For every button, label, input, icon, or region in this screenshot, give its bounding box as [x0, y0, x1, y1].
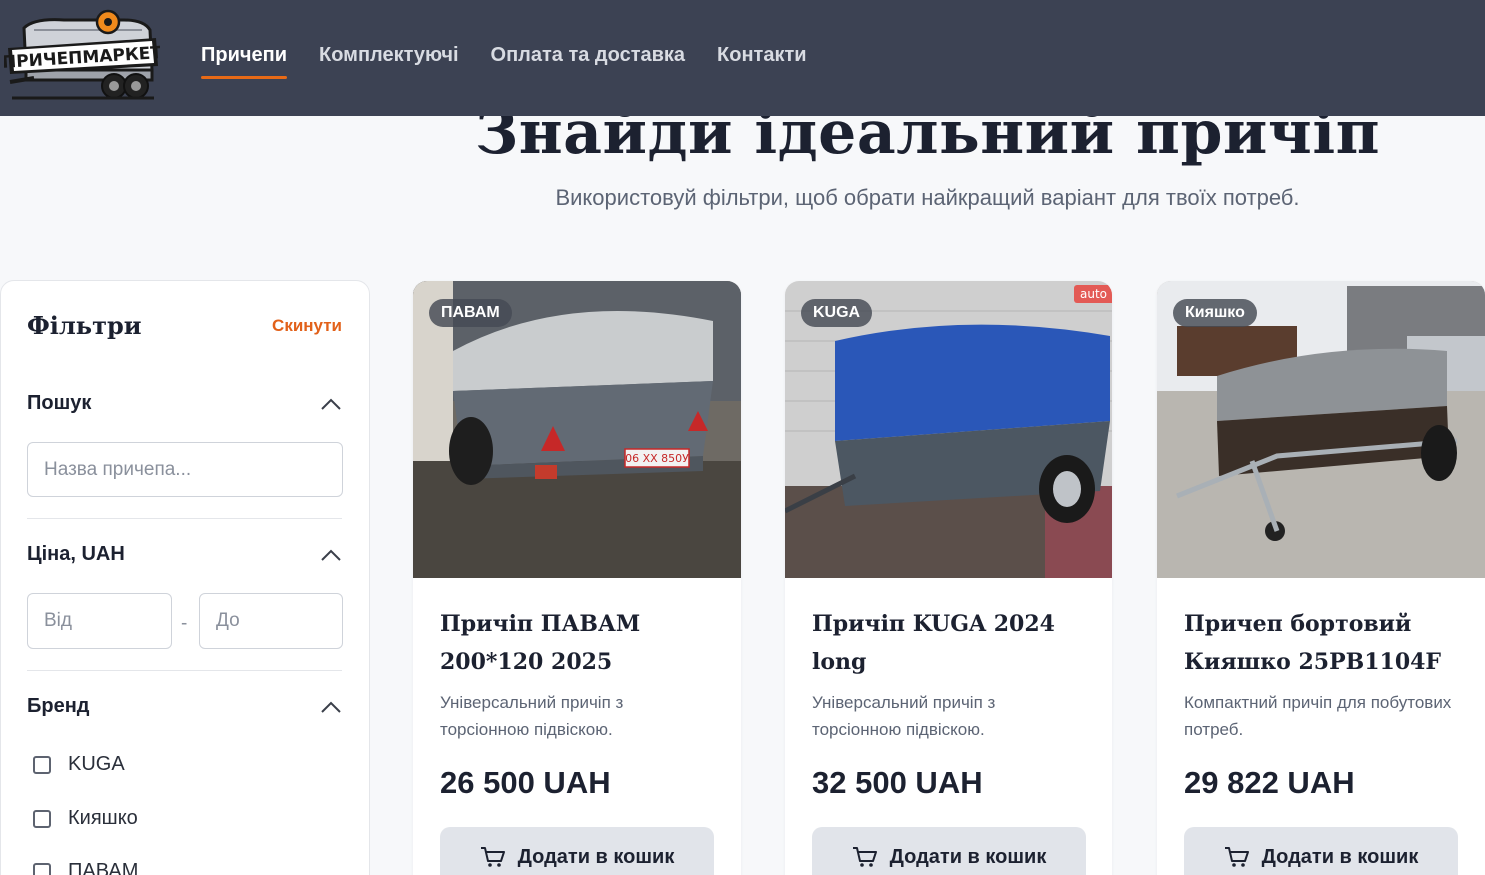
- brand-badge: KUGA: [801, 299, 873, 327]
- reset-filters-button[interactable]: Скинути: [272, 316, 342, 336]
- brand-checkbox[interactable]: [33, 809, 51, 828]
- add-to-cart-label: Додати в кошик: [1261, 845, 1419, 868]
- add-to-cart-button[interactable]: Додати в кошик: [440, 827, 714, 875]
- product-description: Універсальний причіп з торсіонною підвіс…: [812, 693, 996, 739]
- brand-option-label: ПАВАМ: [68, 860, 139, 875]
- chevron-up-icon: [321, 398, 341, 410]
- nav-item-contacts[interactable]: Контакти: [717, 44, 807, 79]
- auto-tag: auto: [1073, 285, 1112, 303]
- divider: [27, 670, 342, 671]
- product-price: 32 500 UAH: [812, 765, 983, 800]
- product-title[interactable]: Причеп бортовий Кияшко 25РВ1104F: [1184, 605, 1461, 681]
- main-nav: Причепи Комплектуючі Оплата та доставка …: [201, 44, 807, 79]
- brand-section-toggle[interactable]: Бренд: [27, 695, 342, 718]
- brand-option-label: Кияшко: [68, 807, 138, 829]
- filters-title: Фільтри: [27, 311, 142, 340]
- price-section-toggle[interactable]: Ціна, UAH: [27, 543, 342, 566]
- product-description: Універсальний причіп з торсіонною підвіс…: [440, 693, 624, 739]
- search-input[interactable]: [27, 442, 343, 497]
- search-section-toggle[interactable]: Пошук: [27, 392, 342, 415]
- filters-panel: Фільтри Скинути Пошук Ціна, UAH - Бренд …: [0, 280, 370, 875]
- price-from-input[interactable]: [27, 593, 172, 649]
- product-price: 29 822 UAH: [1184, 765, 1355, 800]
- brand-checkbox[interactable]: [33, 862, 51, 875]
- nav-item-payment-delivery[interactable]: Оплата та доставка: [491, 44, 686, 79]
- add-to-cart-button[interactable]: Додати в кошик: [1184, 827, 1458, 875]
- price-to-input[interactable]: [199, 593, 343, 649]
- product-image[interactable]: 06 XX 850У ПАВАМ: [413, 281, 741, 578]
- add-to-cart-button[interactable]: Додати в кошик: [812, 827, 1086, 875]
- site-header: ПРИЧЕПМАРКЕТ Причепи Комплектуючі Оплата…: [0, 0, 1485, 116]
- nav-item-trailers[interactable]: Причепи: [201, 44, 287, 79]
- product-description: Компактний причіп для побутових потреб.: [1184, 693, 1452, 739]
- product-image[interactable]: KUGA auto: [785, 281, 1112, 578]
- divider: [27, 518, 342, 519]
- brand-option-kuga[interactable]: KUGA: [33, 753, 125, 776]
- page-subtitle: Використовуй фільтри, щоб обрати найкращ…: [555, 185, 1300, 210]
- product-card[interactable]: Кияшко Причеп бортовий Кияшко 25РВ1104F …: [1157, 281, 1485, 875]
- product-title[interactable]: Причіп KUGA 2024 long: [812, 605, 1088, 681]
- price-range-separator: -: [181, 613, 188, 634]
- logo[interactable]: ПРИЧЕПМАРКЕТ: [1, 8, 163, 104]
- add-to-cart-label: Додати в кошик: [889, 845, 1047, 868]
- nav-item-components[interactable]: Комплектуючі: [319, 44, 459, 79]
- brand-option-label: KUGA: [68, 753, 125, 775]
- brand-checkbox[interactable]: [33, 755, 51, 774]
- filters-header: Фільтри Скинути: [27, 311, 342, 340]
- cart-icon: [852, 847, 877, 867]
- product-price: 26 500 UAH: [440, 765, 611, 800]
- product-image[interactable]: Кияшко: [1157, 281, 1485, 578]
- brand-option-pavam[interactable]: ПАВАМ: [33, 860, 138, 875]
- license-plate: 06 XX 850У: [625, 452, 689, 465]
- product-card[interactable]: KUGA auto Причіп KUGA 2024 long Універса…: [785, 281, 1112, 875]
- chevron-up-icon: [321, 549, 341, 561]
- brand-section-title: Бренд: [27, 695, 90, 717]
- cart-icon: [1224, 847, 1249, 867]
- brand-badge: ПАВАМ: [429, 299, 512, 327]
- price-section-title: Ціна, UAH: [27, 543, 125, 565]
- product-card[interactable]: 06 XX 850У ПАВАМ Причіп ПАВАМ 200*120 20…: [413, 281, 741, 875]
- brand-badge: Кияшко: [1173, 299, 1257, 327]
- product-title[interactable]: Причіп ПАВАМ 200*120 2025: [440, 605, 717, 681]
- brand-option-kiyashko[interactable]: Кияшко: [33, 807, 138, 830]
- cart-icon: [480, 847, 505, 867]
- add-to-cart-label: Додати в кошик: [517, 845, 675, 868]
- chevron-up-icon: [321, 701, 341, 713]
- search-section-title: Пошук: [27, 392, 92, 414]
